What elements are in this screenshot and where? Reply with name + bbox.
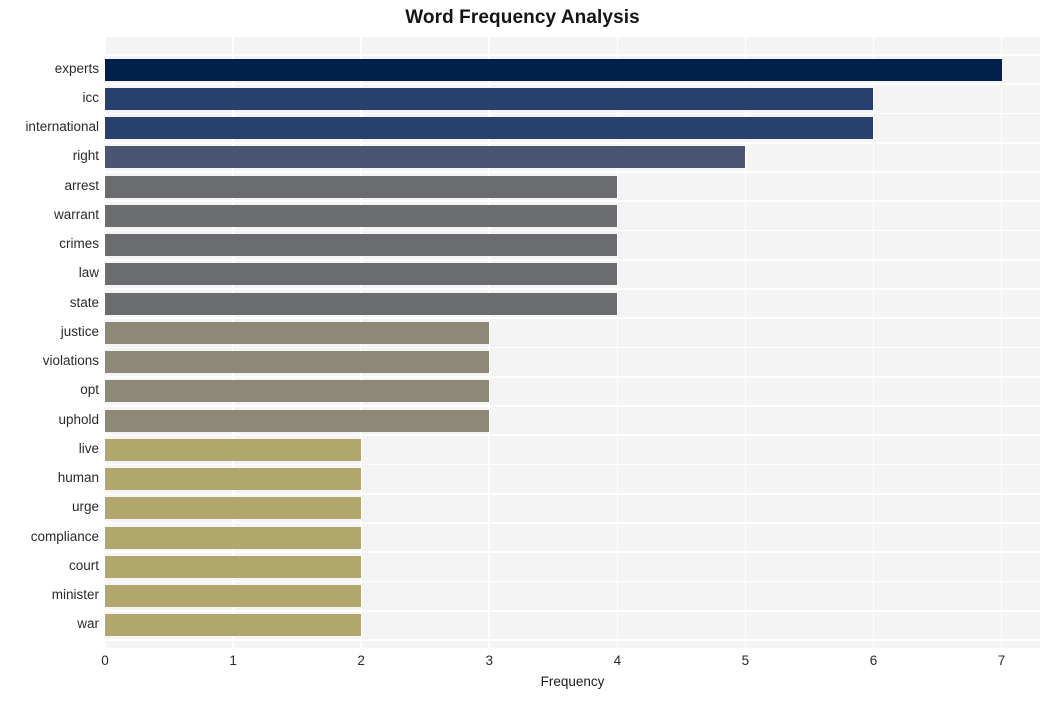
gridline-horizontal [105, 551, 1040, 554]
gridline-horizontal [105, 405, 1040, 407]
gridline-horizontal [105, 317, 1040, 320]
y-axis-tick-label: arrest [64, 177, 99, 193]
y-axis-tick-label: international [25, 119, 99, 135]
bar [105, 87, 874, 110]
x-axis-tick-label: 7 [997, 653, 1006, 668]
x-axis-label: Frequency [540, 674, 605, 689]
gridline-horizontal [105, 434, 1040, 437]
y-axis-tick-label: crimes [59, 236, 99, 252]
y-axis-tick-label: icc [82, 89, 100, 105]
plot-area [105, 37, 1040, 648]
y-axis-tick-label: opt [80, 382, 99, 398]
gridline-horizontal [105, 375, 1040, 378]
gridline-horizontal [105, 463, 1040, 466]
gridline-horizontal [105, 54, 1040, 56]
gridline-horizontal [105, 83, 1040, 86]
x-axis-tick-label: 4 [613, 653, 622, 668]
bar [105, 555, 362, 578]
gridline-horizontal [105, 171, 1040, 173]
gridline-horizontal [105, 580, 1040, 583]
gridline-horizontal [105, 229, 1040, 232]
y-axis-tick-label: right [72, 148, 99, 164]
gridline-vertical [1000, 37, 1003, 648]
y-axis-tick-label: court [68, 557, 99, 573]
bar [105, 58, 1002, 81]
y-axis-tick-label: law [78, 265, 99, 281]
gridline-horizontal [105, 346, 1040, 349]
gridline-horizontal [105, 112, 1040, 115]
gridline-horizontal [105, 258, 1040, 261]
y-axis-tick-label: uphold [58, 411, 99, 427]
chart-figure: Word Frequency Analysis experts icc intern… [0, 0, 1045, 701]
y-axis-tick-label: warrant [53, 206, 99, 222]
y-axis-tick-label: war [77, 616, 99, 632]
x-axis-tick-label: 2 [357, 653, 365, 668]
bar [105, 321, 490, 344]
bar [105, 468, 362, 491]
bar [105, 146, 746, 169]
gridline-horizontal [105, 288, 1040, 290]
bar [105, 526, 362, 549]
bar [105, 409, 490, 432]
bar [105, 292, 618, 315]
bar [105, 438, 362, 461]
y-axis-tick-label: live [78, 440, 99, 456]
gridline-horizontal [105, 141, 1040, 144]
y-axis-tick-labels: experts icc international right arrest warran… [0, 37, 99, 648]
bar [105, 585, 362, 608]
y-axis-tick-label: compliance [30, 528, 99, 544]
x-axis-tick-label: 5 [741, 653, 750, 668]
x-axis-tick-label: 3 [485, 653, 493, 668]
bar [105, 234, 618, 257]
bar [105, 614, 362, 637]
y-axis-tick-label: justice [60, 323, 99, 339]
bar [105, 117, 874, 140]
y-axis-tick-label: minister [51, 587, 99, 603]
gridline-horizontal [105, 200, 1040, 203]
bar [105, 204, 618, 227]
bar [105, 263, 618, 286]
bar [105, 175, 618, 198]
gridline-horizontal [105, 639, 1040, 641]
y-axis-tick-label: violations [42, 353, 99, 369]
bar [105, 497, 362, 520]
bar [105, 351, 490, 374]
y-axis-tick-label: urge [71, 499, 99, 515]
x-axis-tick-label: 0 [101, 653, 109, 668]
x-axis-tick-label: 6 [869, 653, 878, 668]
gridline-horizontal [105, 522, 1040, 524]
bar [105, 380, 490, 403]
chart-title: Word Frequency Analysis [405, 7, 640, 28]
gridline-horizontal [105, 609, 1040, 612]
y-axis-tick-label: experts [54, 60, 99, 76]
y-axis-tick-label: human [57, 470, 99, 486]
y-axis-tick-label: state [69, 294, 99, 310]
x-axis-tick-label: 1 [229, 653, 237, 668]
gridline-horizontal [105, 492, 1040, 495]
